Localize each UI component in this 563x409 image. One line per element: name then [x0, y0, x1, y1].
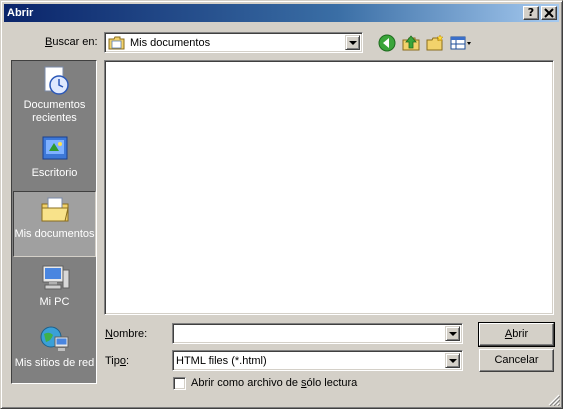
look-in-select[interactable]: Mis documentos	[104, 32, 363, 53]
readonly-label-pre: Abrir como archivo de	[191, 377, 302, 389]
back-icon[interactable]	[377, 33, 397, 53]
filename-label: Nombre:	[105, 328, 147, 340]
place-label: Mi PC	[39, 296, 70, 308]
desktop-icon	[42, 136, 67, 160]
my-documents-icon	[41, 197, 69, 222]
filetype-label-post: :	[126, 355, 130, 367]
close-icon	[544, 8, 554, 18]
look-in-value: Mis documentos	[130, 36, 211, 49]
title-bar[interactable]: Abrir ?	[4, 4, 559, 22]
filename-dropdown-button[interactable]	[445, 326, 460, 341]
open-button-text: brir	[512, 328, 529, 340]
place-my-computer[interactable]: Mi PC	[13, 262, 96, 309]
place-network-places[interactable]: Mis sitios de red	[13, 323, 96, 370]
filename-label-accel: N	[105, 328, 113, 340]
recent-documents-icon	[44, 66, 69, 95]
filename-input[interactable]	[172, 323, 463, 344]
filetype-label: Tipo:	[105, 355, 129, 367]
look-in-label: Buscar en:	[45, 36, 98, 48]
place-label: Escritorio	[31, 167, 78, 179]
window-title: Abrir	[7, 7, 34, 19]
up-folder-icon[interactable]	[401, 33, 421, 53]
place-my-documents[interactable]: Mis documentos	[13, 191, 96, 257]
cancel-button[interactable]: Cancelar	[479, 349, 554, 372]
place-label: Mis documentos	[14, 228, 95, 240]
filename-label-text: ombre:	[112, 328, 148, 340]
place-label: Mis sitios de red	[14, 357, 95, 369]
readonly-checkbox[interactable]	[173, 377, 186, 390]
new-folder-icon[interactable]	[425, 33, 445, 53]
place-desktop[interactable]: Escritorio	[13, 133, 96, 180]
readonly-label[interactable]: Abrir como archivo de sólo lectura	[191, 377, 357, 389]
filetype-select[interactable]: HTML files (*.html)	[172, 350, 463, 371]
filetype-value: HTML files (*.html)	[176, 354, 267, 367]
help-button[interactable]: ?	[523, 6, 539, 20]
file-list[interactable]	[104, 60, 554, 315]
filetype-dropdown-button[interactable]	[445, 353, 460, 368]
places-bar: Documentos recientes Escritorio Mis docu…	[11, 60, 97, 384]
views-menu-icon[interactable]	[449, 33, 473, 53]
filetype-label-pre: Tip	[105, 355, 120, 367]
readonly-label-post: ólo lectura	[306, 377, 358, 389]
folder-icon	[108, 36, 125, 49]
look-in-dropdown-button[interactable]	[345, 35, 360, 50]
close-button[interactable]	[541, 6, 557, 20]
open-dialog: Abrir ? Buscar en: Mis documentos Docume…	[0, 0, 563, 409]
place-label: Documentos recientes	[23, 99, 86, 124]
resize-grip-icon[interactable]	[548, 394, 560, 406]
place-recent-documents[interactable]: Documentos recientes	[13, 65, 96, 125]
open-button[interactable]: Abrir	[478, 322, 555, 347]
network-places-icon	[40, 326, 68, 351]
my-computer-icon	[42, 265, 69, 290]
look-in-label-text: uscar en:	[52, 36, 98, 48]
